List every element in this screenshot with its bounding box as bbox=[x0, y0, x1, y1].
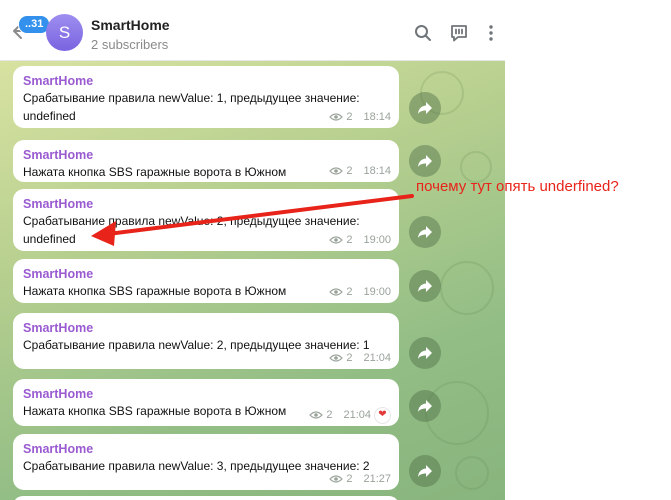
message-time: 19:00 bbox=[363, 286, 391, 298]
doodle-pattern bbox=[440, 261, 494, 315]
message-bubble-partial[interactable] bbox=[13, 496, 399, 500]
comments-icon[interactable] bbox=[450, 24, 468, 42]
forward-button[interactable] bbox=[409, 390, 441, 422]
more-vertical-icon[interactable] bbox=[482, 24, 500, 42]
message-bubble[interactable]: SmartHome Срабатывание правила newValue:… bbox=[13, 189, 399, 251]
forward-button[interactable] bbox=[409, 455, 441, 487]
message-meta: 2 19:00 bbox=[329, 285, 391, 299]
message-meta: 2 18:14 bbox=[329, 164, 391, 178]
message-sender[interactable]: SmartHome bbox=[23, 441, 388, 457]
search-icon[interactable] bbox=[414, 24, 432, 42]
forward-button[interactable] bbox=[409, 216, 441, 248]
eye-icon bbox=[329, 475, 344, 483]
forward-icon bbox=[418, 400, 432, 412]
message-meta: 2 21:04 ❤ bbox=[309, 406, 391, 424]
eye-icon bbox=[329, 113, 344, 121]
message-bubble[interactable]: SmartHome Нажата кнопка SBS гаражные вор… bbox=[13, 259, 399, 303]
eye-icon bbox=[329, 354, 344, 362]
forward-icon bbox=[418, 226, 432, 238]
view-count: 2 bbox=[346, 234, 353, 246]
telegram-window: ..31 S SmartHome 2 subscribers SmartHome… bbox=[0, 0, 505, 500]
chat-subtitle: 2 subscribers bbox=[91, 37, 169, 52]
message-sender[interactable]: SmartHome bbox=[23, 386, 388, 402]
forward-icon bbox=[418, 102, 432, 114]
forward-icon bbox=[418, 280, 432, 292]
message-meta: 2 19:00 bbox=[329, 233, 391, 247]
eye-icon bbox=[329, 167, 344, 175]
forward-button[interactable] bbox=[409, 92, 441, 124]
forward-icon bbox=[418, 465, 432, 477]
message-time: 21:27 bbox=[363, 473, 391, 485]
channel-avatar[interactable]: S bbox=[46, 14, 83, 51]
message-bubble[interactable]: SmartHome Срабатывание правила newValue:… bbox=[13, 66, 399, 128]
message-meta: 2 21:04 bbox=[329, 351, 391, 365]
forward-button[interactable] bbox=[409, 145, 441, 177]
message-time: 19:00 bbox=[363, 234, 391, 246]
forward-button[interactable] bbox=[409, 270, 441, 302]
chat-header: ..31 S SmartHome 2 subscribers bbox=[0, 0, 505, 61]
eye-icon bbox=[309, 411, 324, 419]
message-time: 18:14 bbox=[363, 111, 391, 123]
message-bubble[interactable]: SmartHome Нажата кнопка SBS гаражные вор… bbox=[13, 140, 399, 182]
message-sender[interactable]: SmartHome bbox=[23, 73, 388, 89]
doodle-pattern bbox=[455, 456, 489, 490]
message-sender[interactable]: SmartHome bbox=[23, 266, 388, 282]
message-time: 18:14 bbox=[363, 165, 391, 177]
message-sender[interactable]: SmartHome bbox=[23, 147, 388, 163]
chat-title[interactable]: SmartHome bbox=[91, 17, 170, 33]
view-count: 2 bbox=[346, 165, 353, 177]
message-bubble[interactable]: SmartHome Срабатывание правила newValue:… bbox=[13, 434, 399, 490]
forward-icon bbox=[418, 155, 432, 167]
eye-icon bbox=[329, 236, 344, 244]
heart-reaction-icon[interactable]: ❤ bbox=[374, 406, 391, 424]
message-meta: 2 18:14 bbox=[329, 110, 391, 124]
message-meta: 2 21:27 bbox=[329, 472, 391, 486]
message-time: 21:04 bbox=[343, 409, 371, 421]
forward-button[interactable] bbox=[409, 337, 441, 369]
message-sender[interactable]: SmartHome bbox=[23, 320, 388, 336]
view-count: 2 bbox=[346, 352, 353, 364]
view-count: 2 bbox=[326, 409, 333, 421]
message-time: 21:04 bbox=[363, 352, 391, 364]
eye-icon bbox=[329, 288, 344, 296]
forward-icon bbox=[418, 347, 432, 359]
view-count: 2 bbox=[346, 286, 353, 298]
message-bubble[interactable]: SmartHome Нажата кнопка SBS гаражные вор… bbox=[13, 379, 399, 426]
message-sender[interactable]: SmartHome bbox=[23, 196, 388, 212]
view-count: 2 bbox=[346, 473, 353, 485]
message-bubble[interactable]: SmartHome Срабатывание правила newValue:… bbox=[13, 313, 399, 369]
view-count: 2 bbox=[346, 111, 353, 123]
annotation-text: почему тут опять underfined? bbox=[416, 178, 619, 195]
